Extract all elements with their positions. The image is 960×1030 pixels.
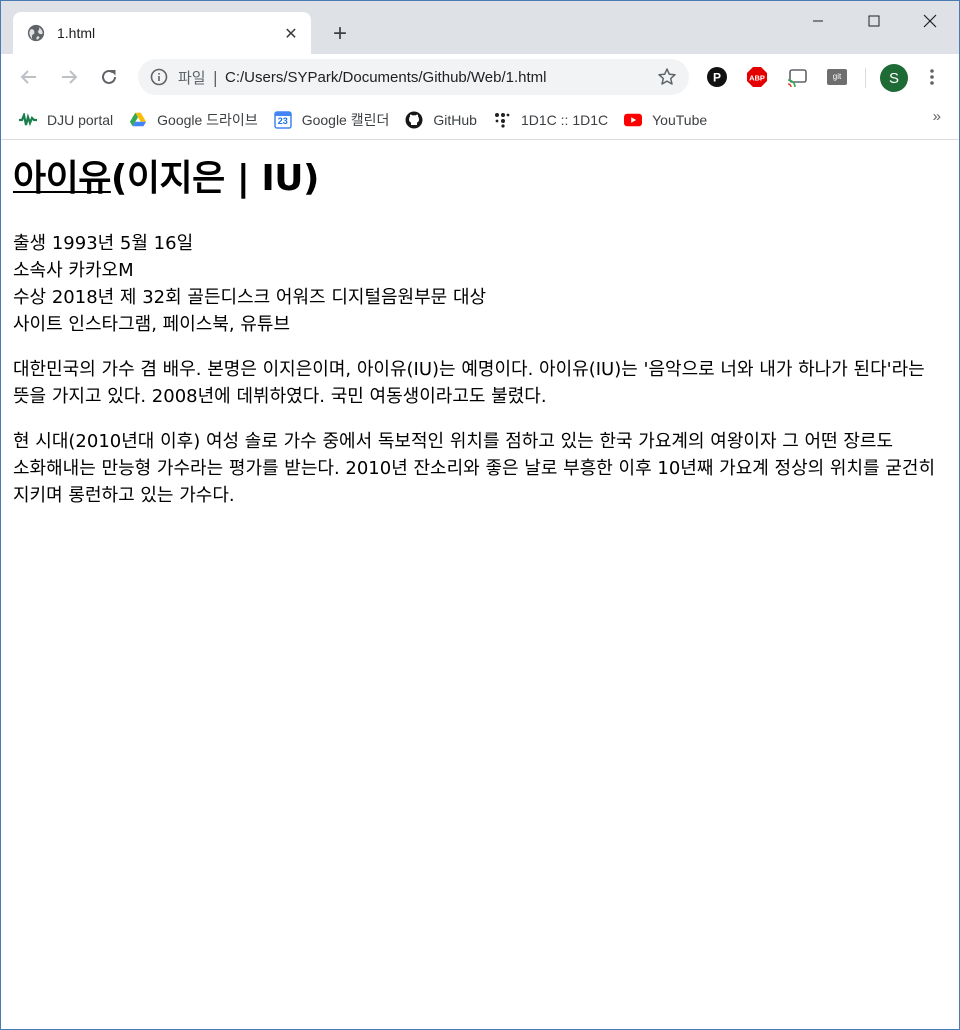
url-scheme-label: 파일 [178,69,206,87]
bookmark-google-calendar[interactable]: 23 Google 캘린더 [266,106,398,134]
cast-extension-button[interactable] [786,66,808,88]
paragraph-intro: 대한민국의 가수 겸 배우. 본명은 이지은이며, 아이유(IU)는 예명이다.… [13,359,925,407]
tab-title: 1.html [57,25,96,41]
profile-avatar[interactable]: S [880,64,908,92]
cast-icon [787,69,807,88]
title-link[interactable]: 아이유 [13,158,111,199]
browser-window: 1.html ✕ + 파일 | C:/Users/SYPark/Document… [0,0,960,1030]
bookmark-youtube[interactable]: YouTube [616,106,715,134]
url-text[interactable]: C:/Users/SYPark/Documents/Github/Web/1.h… [225,69,657,86]
git-extension-label: git [832,72,842,81]
git-extension-button[interactable]: git [826,66,848,88]
p-extension-icon: P [707,67,727,87]
abp-icon: ABP [747,67,767,87]
tab-1-html[interactable]: 1.html ✕ [13,12,311,54]
tab-close-icon[interactable]: ✕ [279,21,303,45]
bookmark-label: DJU portal [47,111,114,128]
github-icon [405,111,423,129]
info-icon[interactable] [150,68,168,86]
bookmark-label: YouTube [652,111,708,128]
url-separator: | [212,67,218,87]
paragraph-career: 현 시대(2010년대 이후) 여성 솔로 가수 중에서 독보적인 위치를 점하… [13,431,936,506]
bookmark-github[interactable]: GitHub [397,106,485,134]
google-calendar-icon: 23 [273,110,292,129]
info-birth: 출생 1993년 5월 16일 [13,233,194,254]
svg-text:ABP: ABP [749,74,765,83]
more-vert-icon [930,69,934,85]
page-title: 아이유(이지은 | IU) [13,154,947,204]
arrow-left-icon [20,70,36,84]
star-icon[interactable] [657,67,677,87]
reload-icon [102,69,116,84]
maximize-icon [868,15,880,27]
reload-button[interactable] [94,62,124,92]
new-tab-button[interactable]: + [327,20,353,47]
bookmarks-overflow-button[interactable]: » [933,108,941,125]
bookmark-google-drive[interactable]: Google 드라이브 [121,106,266,134]
close-icon [923,14,937,28]
google-drive-icon [129,111,147,129]
toolbar-divider [865,68,866,88]
youtube-icon [624,111,643,129]
svg-text:P: P [713,71,721,85]
bookmark-1d1c[interactable]: 1D1C :: 1D1C [485,106,616,134]
info-award: 수상 2018년 제 32회 골든디스크 어워즈 디지털음원부문 대상 [13,287,487,308]
info-agency: 소속사 카카오M [13,260,134,281]
bookmark-label: 1D1C :: 1D1C [520,111,609,128]
address-bar[interactable]: 파일 | C:/Users/SYPark/Documents/Github/We… [138,59,689,95]
maximize-button[interactable] [847,1,901,41]
extension-p-button[interactable]: P [706,66,728,88]
forward-button[interactable] [54,62,84,92]
arrow-right-icon [62,70,78,84]
menu-button[interactable] [921,66,943,88]
globe-icon [27,24,45,42]
bookmark-dju-portal[interactable]: DJU portal [11,106,121,134]
profile-info: 출생 1993년 5월 16일 소속사 카카오M 수상 2018년 제 32회 … [13,230,947,338]
adblock-plus-button[interactable]: ABP [746,66,768,88]
toolbar: 파일 | C:/Users/SYPark/Documents/Github/We… [1,54,959,100]
bookmark-label: Google 캘린더 [301,111,390,128]
calendar-badge: 23 [277,115,288,126]
dju-icon [19,111,37,129]
page-content: 아이유(이지은 | IU) 출생 1993년 5월 16일 소속사 카카오M 수… [1,154,959,509]
title-subtitle: (이지은 | IU) [110,158,320,199]
title-bar: 1.html ✕ + [1,1,959,54]
bookmark-label: GitHub [433,111,477,128]
back-button[interactable] [14,62,44,92]
bookmark-label: Google 드라이브 [157,111,258,128]
minimize-button[interactable] [791,1,845,41]
bookmarks-bar: DJU portal Google 드라이브 23 Google 캘린더 Git… [1,100,959,140]
info-sites: 사이트 인스타그램, 페이스북, 유튜브 [13,314,291,335]
dots-icon [493,111,511,129]
minimize-icon [813,20,823,22]
close-window-button[interactable] [903,1,957,41]
